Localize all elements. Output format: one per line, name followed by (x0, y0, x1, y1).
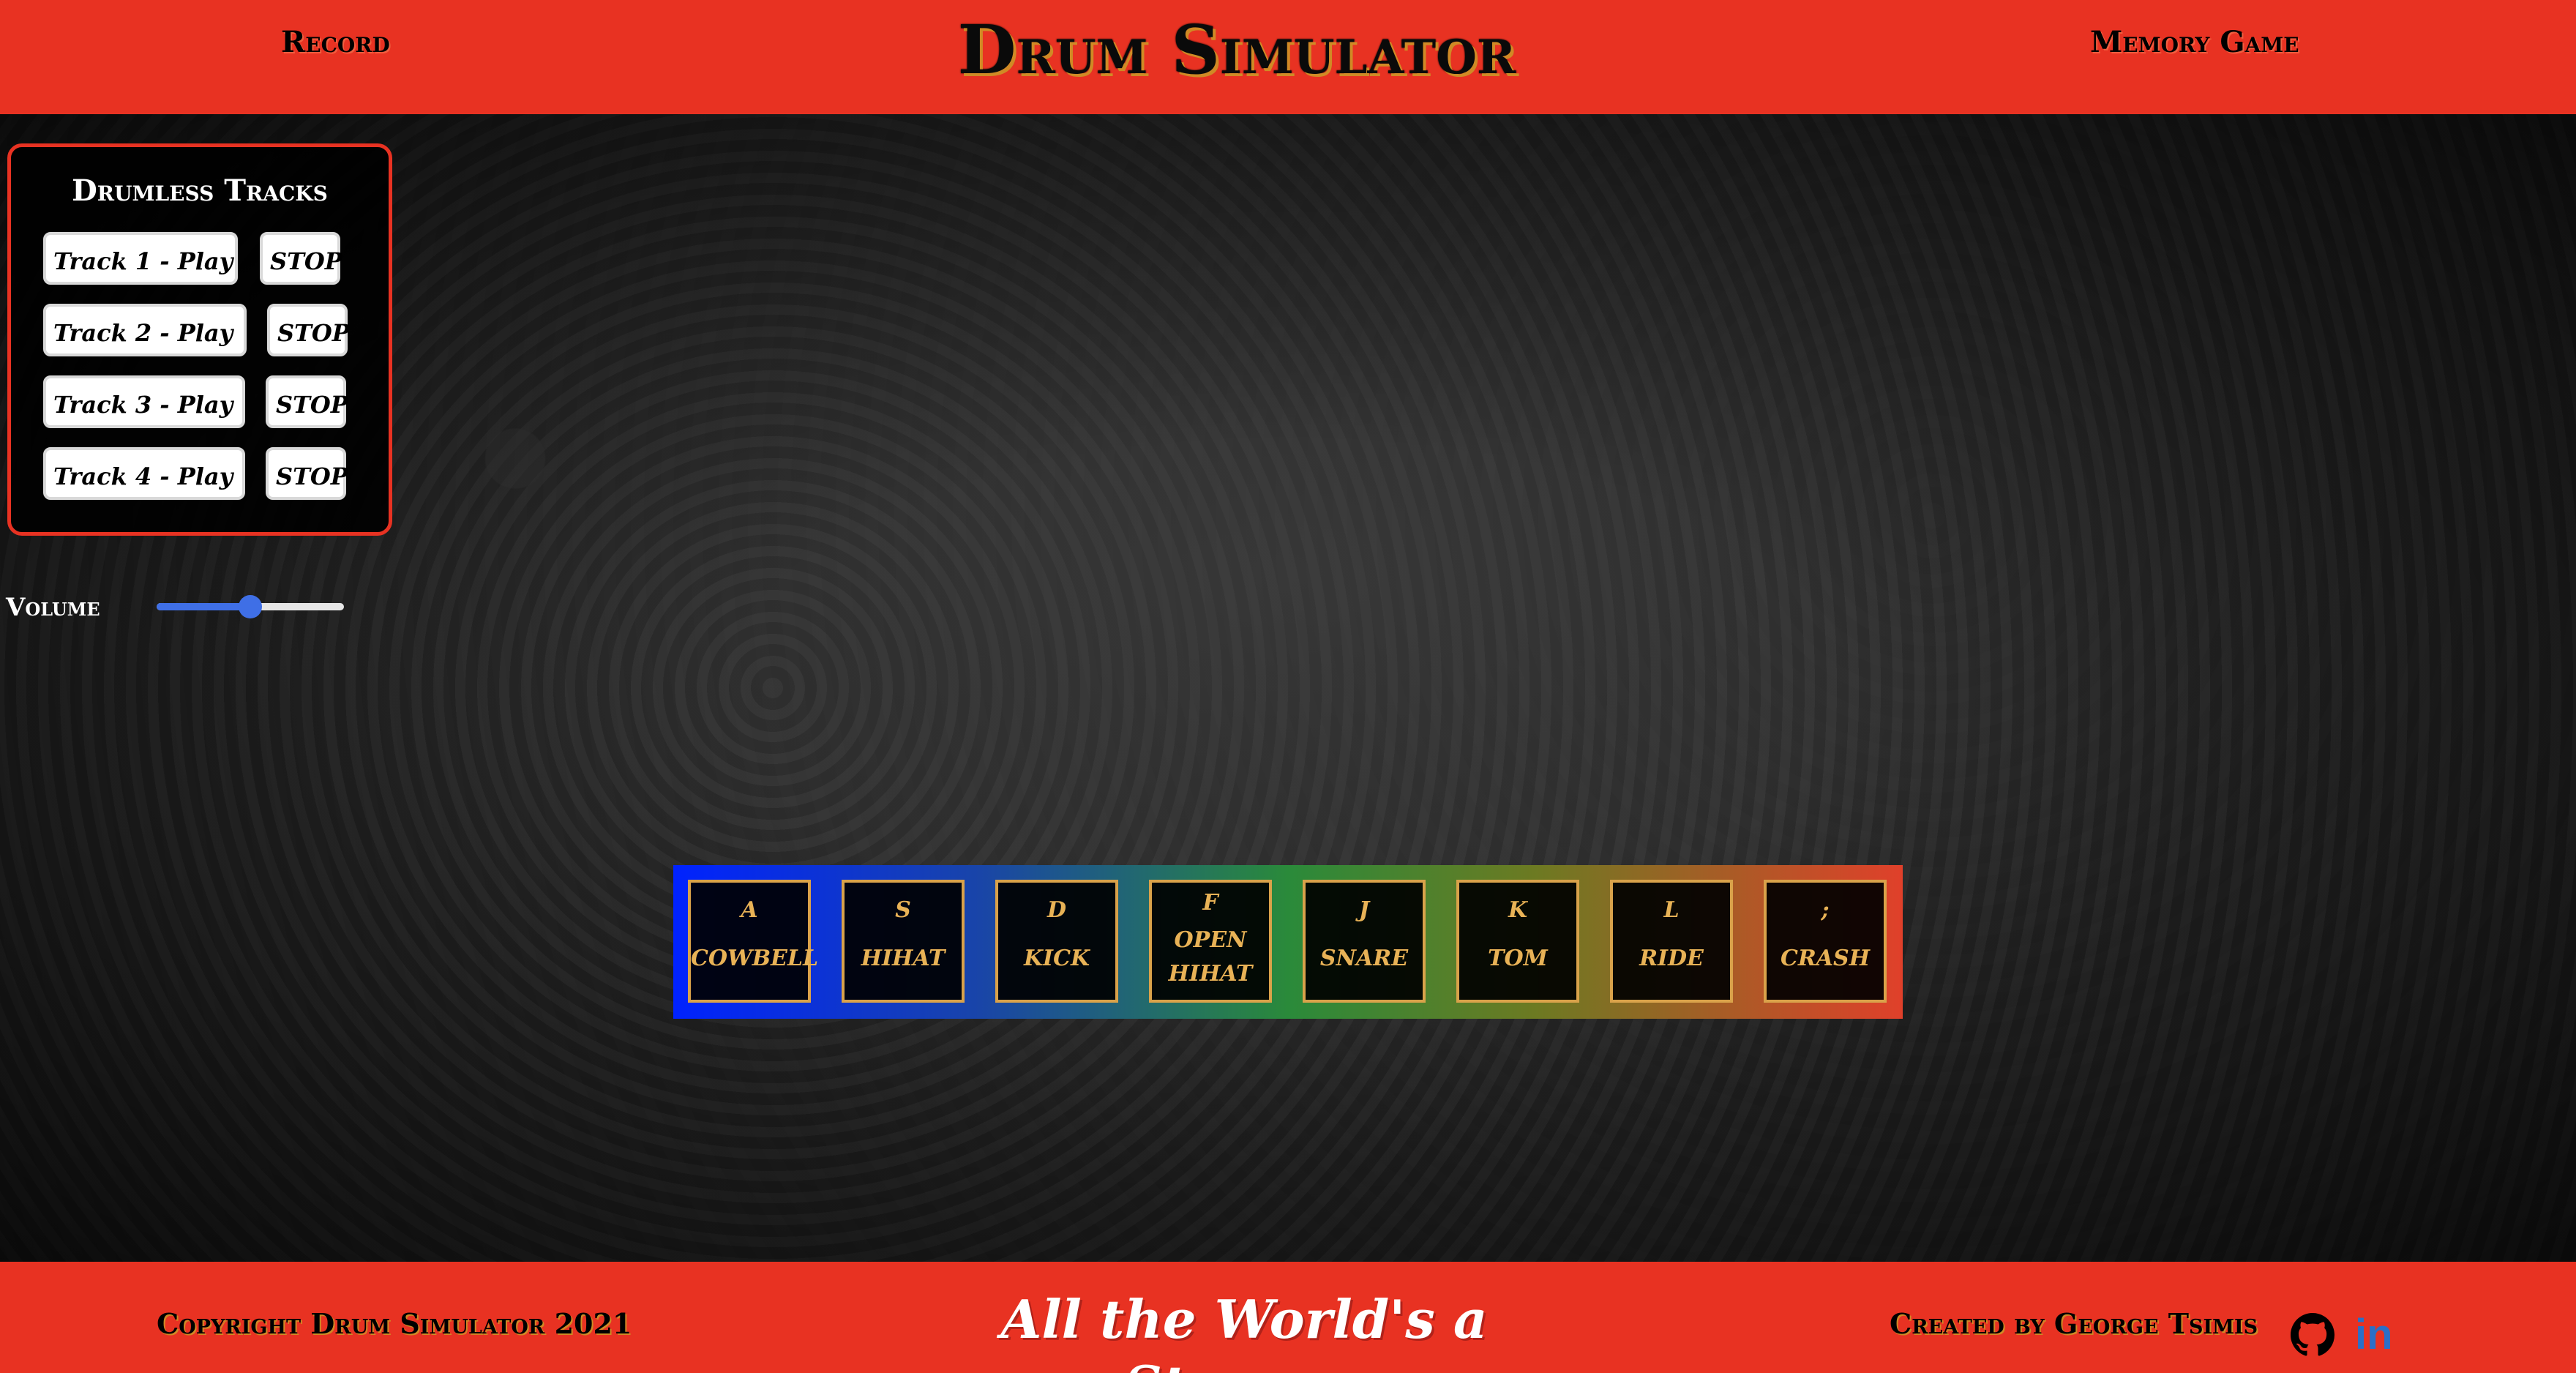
header: Record Drum Simulator Memory Game (0, 0, 2576, 114)
pad-key-label: S (895, 897, 911, 923)
memory-game-link[interactable]: Memory Game (2090, 22, 2299, 63)
drum-pad-open-hihat[interactable]: F OPEN HIHAT (1149, 880, 1272, 1003)
pad-sound-label: TOM (1488, 946, 1548, 971)
linkedin-icon[interactable]: in (2355, 1314, 2393, 1356)
track-3-stop-button[interactable]: STOP (266, 375, 348, 428)
github-icon[interactable] (2291, 1313, 2334, 1357)
pad-key-label: K (1508, 897, 1528, 923)
pad-sound-label: KICK (1023, 946, 1090, 971)
drum-pad-ride[interactable]: L RIDE (1610, 880, 1733, 1003)
copyright-text: Copyright Drum Simulator 2021 (157, 1307, 632, 1340)
github-icon-glyph (2291, 1313, 2334, 1356)
track-2-play-button[interactable]: Track 2 - Play (43, 304, 247, 356)
pad-sound-label: HIHAT (861, 946, 946, 971)
volume-slider-fill (157, 603, 250, 610)
volume-slider[interactable] (157, 594, 344, 619)
track-1-play-button[interactable]: Track 1 - Play (43, 232, 238, 285)
drum-pads: A COWBELL S HIHAT D KICK F OPEN HIHAT J S… (673, 865, 1903, 1019)
pad-key-label: F (1202, 890, 1218, 916)
pad-sound-label: CRASH (1780, 946, 1871, 971)
footer: Copyright Drum Simulator 2021 All the Wo… (0, 1262, 2576, 1373)
drum-pad-kick[interactable]: D KICK (995, 880, 1118, 1003)
drum-pad-cowbell[interactable]: A COWBELL (688, 880, 819, 1003)
page-title: Drum Simulator (957, 10, 1516, 89)
track-2-stop-button[interactable]: STOP (267, 304, 350, 356)
pad-sound-label: COWBELL (691, 946, 819, 971)
pad-sound-label: SNARE (1319, 946, 1409, 971)
pad-key-label: L (1663, 897, 1680, 923)
drum-pad-snare[interactable]: J SNARE (1303, 880, 1426, 1003)
volume-label: Volume (6, 593, 100, 622)
record-link[interactable]: Record (281, 22, 390, 63)
track-1-stop-button[interactable]: STOP (260, 232, 342, 285)
drumless-tracks-panel: Drumless Tracks Track 1 - Play STOP Trac… (7, 143, 392, 536)
drum-pad-tom[interactable]: K TOM (1456, 880, 1579, 1003)
track-4-stop-button[interactable]: STOP (266, 447, 348, 500)
pad-key-label: ; (1821, 897, 1830, 923)
pad-key-label: A (741, 897, 758, 923)
track-4-play-button[interactable]: Track 4 - Play (43, 447, 245, 500)
pad-key-label: D (1046, 897, 1066, 923)
tracks-title: Drumless Tracks (72, 173, 328, 208)
volume-slider-thumb[interactable] (239, 595, 262, 618)
pad-sound-label: RIDE (1639, 946, 1704, 971)
drum-pad-crash[interactable]: ; CRASH (1764, 880, 1887, 1003)
drum-pad-hihat[interactable]: S HIHAT (842, 880, 965, 1003)
tagline: All the World's a Stage ... (1000, 1288, 1488, 1373)
pad-key-label: J (1358, 897, 1370, 923)
creator-credit: Created by George Tsimis (1890, 1307, 2258, 1340)
pad-sound-label: OPEN HIHAT (1168, 927, 1253, 987)
track-3-play-button[interactable]: Track 3 - Play (43, 375, 245, 428)
